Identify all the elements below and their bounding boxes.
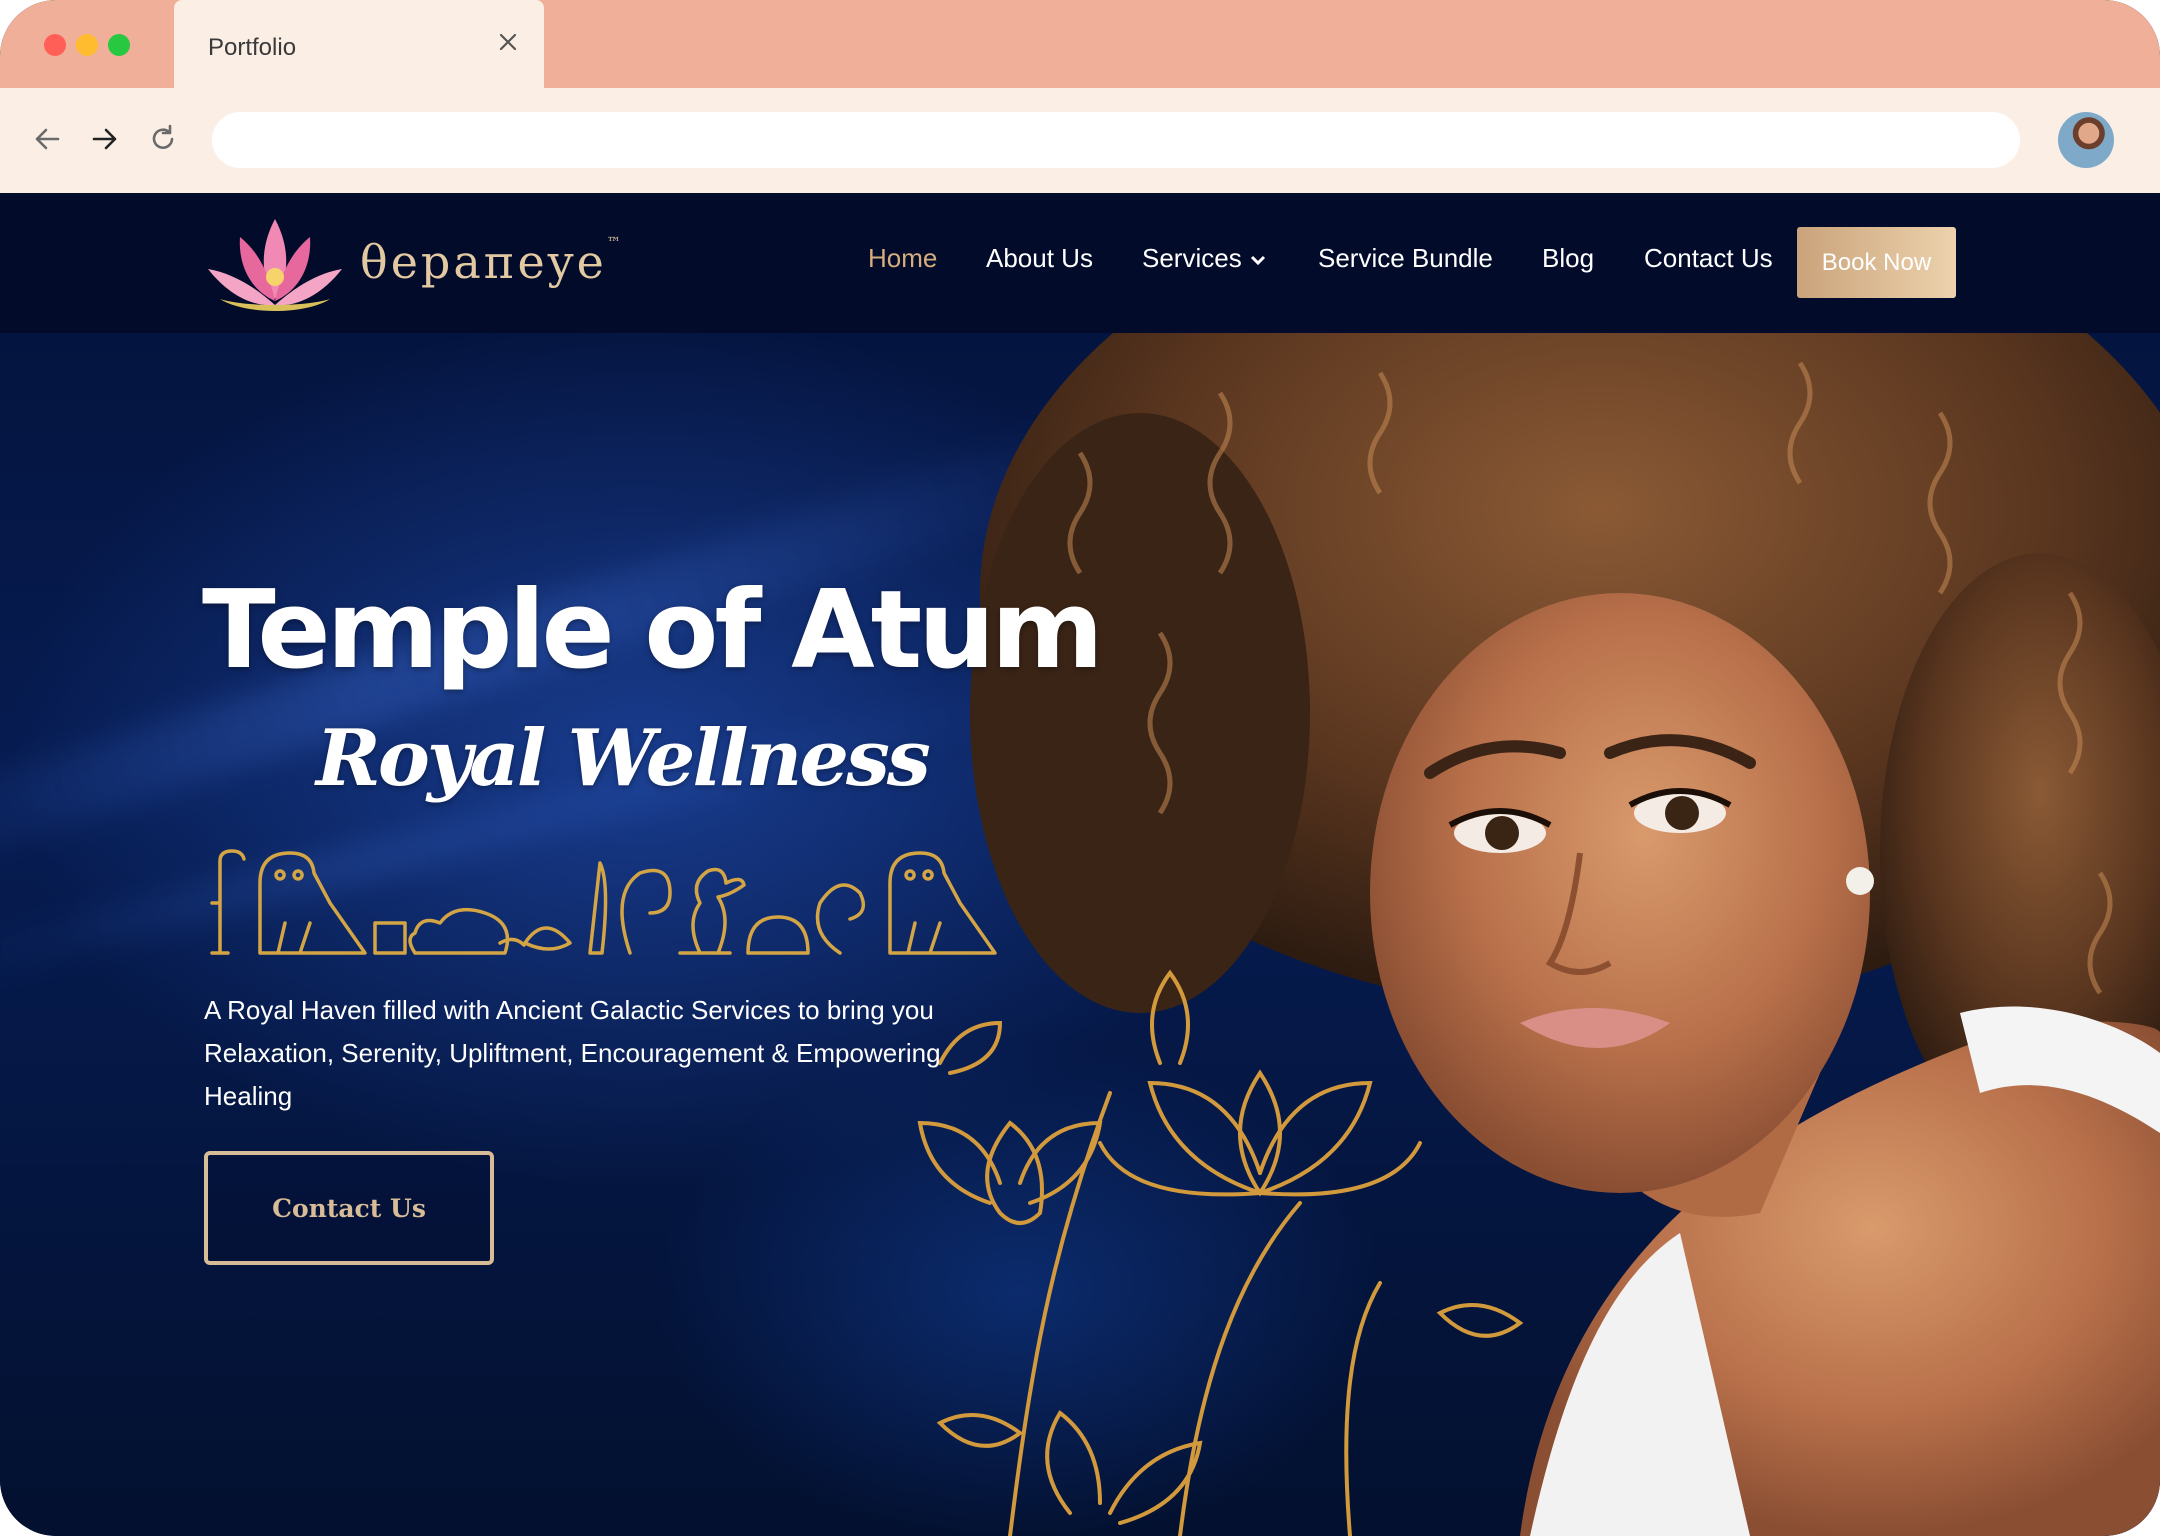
website: θеpaпeye™ Home About Us Services Service… bbox=[0, 193, 2160, 1536]
hero-subtitle: Royal Wellness bbox=[316, 713, 931, 804]
close-window-button[interactable] bbox=[44, 34, 66, 56]
tab-title: Portfolio bbox=[208, 34, 297, 61]
tab-portfolio[interactable]: Portfolio bbox=[174, 0, 544, 88]
forward-icon[interactable] bbox=[86, 120, 124, 158]
gold-lotus-illustration bbox=[917, 969, 1524, 1536]
chevron-down-icon bbox=[1250, 256, 1265, 266]
reload-icon[interactable] bbox=[144, 120, 182, 158]
browser-window: Portfolio θеpaпeye™ Home About Us Servic… bbox=[0, 0, 2160, 1536]
browser-toolbar bbox=[0, 88, 2160, 193]
address-bar[interactable] bbox=[212, 112, 2020, 168]
nav-services-label: Services bbox=[1142, 243, 1242, 273]
hieroglyphs-decoration bbox=[210, 849, 997, 955]
hero-section: θеpaпeye™ Home About Us Services Service… bbox=[0, 193, 2160, 1536]
contact-us-button[interactable]: Contact Us bbox=[204, 1151, 494, 1265]
minimize-window-button[interactable] bbox=[76, 34, 98, 56]
nav-contact-us[interactable]: Contact Us bbox=[1644, 243, 1773, 274]
trademark-symbol: ™ bbox=[606, 235, 621, 251]
site-header: θеpaпeye™ Home About Us Services Service… bbox=[0, 193, 2160, 333]
profile-avatar[interactable] bbox=[2058, 112, 2114, 168]
brand-name: θеpaпeye bbox=[360, 235, 607, 289]
nav-about-us[interactable]: About Us bbox=[986, 243, 1093, 274]
maximize-window-button[interactable] bbox=[108, 34, 130, 56]
nav-blog[interactable]: Blog bbox=[1542, 243, 1594, 274]
hero-title: Temple of Atum bbox=[202, 568, 1104, 693]
nav-services[interactable]: Services bbox=[1142, 243, 1266, 274]
close-tab-icon[interactable] bbox=[494, 28, 522, 56]
brand-logo-text[interactable]: θеpaпeye™ bbox=[360, 235, 621, 289]
back-icon[interactable] bbox=[28, 120, 66, 158]
nav-service-bundle[interactable]: Service Bundle bbox=[1318, 243, 1493, 274]
nav-home[interactable]: Home bbox=[868, 243, 937, 274]
tab-bar: Portfolio bbox=[0, 0, 2160, 88]
book-now-button[interactable]: Book Now bbox=[1797, 227, 1956, 298]
hero-description: A Royal Haven filled with Ancient Galact… bbox=[204, 995, 941, 1111]
lotus-logo-icon[interactable] bbox=[200, 207, 350, 319]
